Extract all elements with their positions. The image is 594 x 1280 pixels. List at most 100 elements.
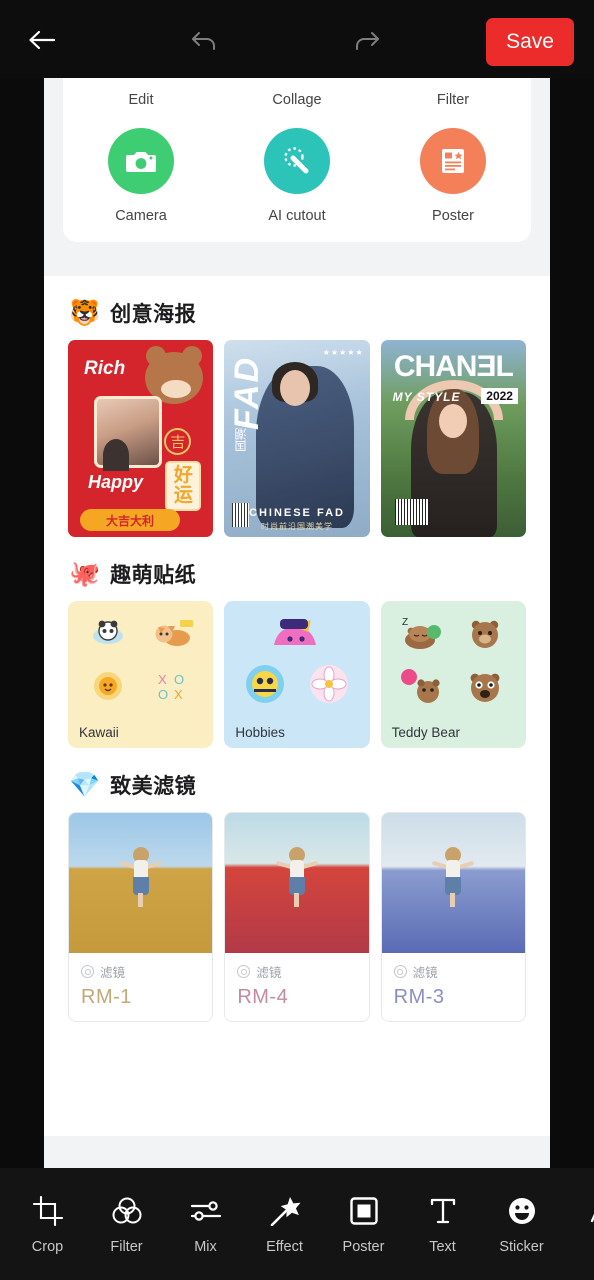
quick-action-camera[interactable]: Camera: [63, 128, 219, 224]
tool-label: Mix: [194, 1238, 217, 1255]
save-button[interactable]: Save: [486, 18, 574, 66]
filter-preview-image: [225, 813, 369, 953]
tool-label: Sticker: [499, 1238, 544, 1255]
sticker-bear-balloon: [391, 662, 452, 710]
svg-text:O: O: [158, 687, 168, 702]
section-header-filters: 💎 致美滤镜: [44, 748, 550, 812]
filter-circles-icon: [111, 1194, 143, 1228]
magic-wand-icon: [284, 147, 309, 174]
feed-sheet: 🐯 创意海报 Rich Happy 吉 好运 大吉大利 FAD 国潮 ★★★★★…: [44, 276, 550, 1136]
undo-icon: [192, 32, 215, 50]
sticker-pack-kawaii[interactable]: XOOX Kawaii: [68, 601, 214, 748]
tool-label: Filter: [110, 1238, 143, 1255]
poster-text-haoyun: 好运: [165, 461, 202, 511]
poster-text-year: 2022: [481, 388, 518, 404]
quick-action-ai-cutout[interactable]: AI cutout: [219, 128, 375, 224]
sticker-preview-grid: [234, 610, 359, 710]
section-header-stickers: 🐙 趣萌贴纸: [44, 537, 550, 601]
editor-toolbar: Crop Filter Mix Effect Poster Text Stick…: [0, 1168, 594, 1280]
filter-subtitle: 滤镜: [256, 966, 282, 980]
content-panel: Edit Collage Filter Camera AI cutout Pos…: [44, 78, 550, 1168]
quick-action-filter-label[interactable]: Filter: [375, 86, 531, 108]
filter-card-rm-3[interactable]: 滤镜 RM-3: [380, 812, 526, 1022]
chanel-face: [438, 404, 467, 438]
sliders-icon: [190, 1194, 222, 1228]
filter-card-rm-1[interactable]: 滤镜 RM-1: [68, 812, 214, 1022]
svg-text:O: O: [174, 672, 184, 687]
tool-sticker[interactable]: Sticker: [482, 1194, 561, 1255]
sticker-preview-grid: XOOX: [78, 610, 203, 710]
quick-actions-card: Edit Collage Filter Camera AI cutout Pos…: [63, 78, 531, 242]
tool-filter[interactable]: Filter: [87, 1194, 166, 1255]
quick-action-collage-label[interactable]: Collage: [219, 86, 375, 108]
tiger-icon: 🐯: [69, 298, 101, 327]
sticker-bear-shout: [455, 662, 516, 710]
poster-text-stars: ★★★★★: [322, 348, 364, 357]
poster-banner-dajidali: 大吉大利: [80, 509, 180, 531]
tool-poster[interactable]: Poster: [324, 1194, 403, 1255]
sticker-flower: [299, 657, 360, 710]
poster-grid: Rich Happy 吉 好运 大吉大利 FAD 国潮 ★★★★★ CHINES…: [44, 340, 550, 537]
poster-text-happy: Happy: [88, 472, 144, 492]
tool-text[interactable]: Text: [403, 1194, 482, 1255]
tool-adjust[interactable]: A: [561, 1194, 594, 1255]
poster-text-brand: CHANƎL: [393, 350, 514, 383]
sticker-corgi: [143, 610, 204, 658]
sticker-bear-sleeping: Z: [391, 610, 452, 658]
poster-icon: [442, 149, 464, 173]
quick-action-ai-cutout-label: AI cutout: [268, 208, 326, 224]
undo-button[interactable]: [185, 22, 225, 60]
crop-icon: [32, 1194, 63, 1228]
text-t-icon: [430, 1194, 456, 1228]
poster-circle: [420, 128, 486, 194]
square-icon: [349, 1194, 378, 1228]
quick-action-edit-label[interactable]: Edit: [63, 86, 219, 108]
filter-ring-icon: [237, 965, 251, 978]
poster-card-new-year[interactable]: Rich Happy 吉 好运 大吉大利: [68, 340, 214, 537]
svg-text:X: X: [158, 672, 167, 687]
sticker-pack-label: Teddy Bear: [391, 725, 460, 740]
poster-card-fad[interactable]: FAD 国潮 ★★★★★ CHINESE FAD 时尚前沿国潮美学: [224, 340, 370, 537]
top-navigation-bar: Save: [0, 0, 594, 78]
figure-illustration: [275, 847, 319, 909]
quick-actions-top-row: Edit Collage Filter: [63, 86, 531, 108]
quick-action-camera-label: Camera: [115, 208, 167, 224]
diamond-icon: 💎: [69, 770, 101, 799]
tool-label: Crop: [31, 1238, 64, 1255]
quick-action-poster-label: Poster: [432, 208, 474, 224]
poster-text-ji: 吉: [164, 428, 192, 455]
back-button[interactable]: [22, 20, 62, 60]
filter-name: RM-4: [237, 986, 289, 1008]
svg-text:Z: Z: [402, 617, 408, 628]
filter-subtitle: 滤镜: [100, 966, 126, 980]
sticker-pack-teddy-bear[interactable]: Z Teddy Bear: [380, 601, 526, 748]
octopus-icon: 🐙: [69, 559, 101, 588]
redo-button[interactable]: [346, 22, 386, 60]
filter-ring-icon: [81, 965, 94, 978]
sticker-pack-hobbies[interactable]: Hobbies: [224, 601, 370, 748]
quick-action-poster[interactable]: Poster: [375, 128, 531, 224]
sticker-pack-label: Hobbies: [235, 725, 285, 740]
arrow-left-icon: [29, 30, 56, 50]
poster-caption-chinese-fad: CHINESE FAD: [249, 507, 345, 519]
sticker-pack-label: Kawaii: [79, 725, 119, 740]
filter-meta: 滤镜 RM-4: [225, 953, 369, 1021]
tool-mix[interactable]: Mix: [166, 1194, 245, 1255]
quick-actions-row: Camera AI cutout Poster: [63, 128, 531, 224]
section-title-posters: 创意海报: [110, 303, 197, 326]
sticker-panda: [78, 610, 139, 658]
filter-subtitle-row: 滤镜: [393, 962, 513, 981]
filter-meta: 滤镜 RM-1: [69, 953, 213, 1021]
tool-label: Text: [429, 1238, 456, 1255]
sticker-sunflower: [78, 662, 139, 710]
sticker-monster: [234, 610, 359, 653]
tool-effect[interactable]: Effect: [245, 1194, 324, 1255]
tool-label: Poster: [342, 1238, 385, 1255]
section-title-filters: 致美滤镜: [110, 775, 197, 798]
tool-label: Effect: [266, 1238, 303, 1255]
tool-crop[interactable]: Crop: [8, 1194, 87, 1255]
poster-card-chanel[interactable]: CHANƎL MY STYLE 2022: [380, 340, 526, 537]
filter-subtitle: 滤镜: [412, 966, 438, 980]
filter-name: RM-3: [393, 986, 445, 1008]
filter-card-rm-4[interactable]: 滤镜 RM-4: [224, 812, 370, 1022]
